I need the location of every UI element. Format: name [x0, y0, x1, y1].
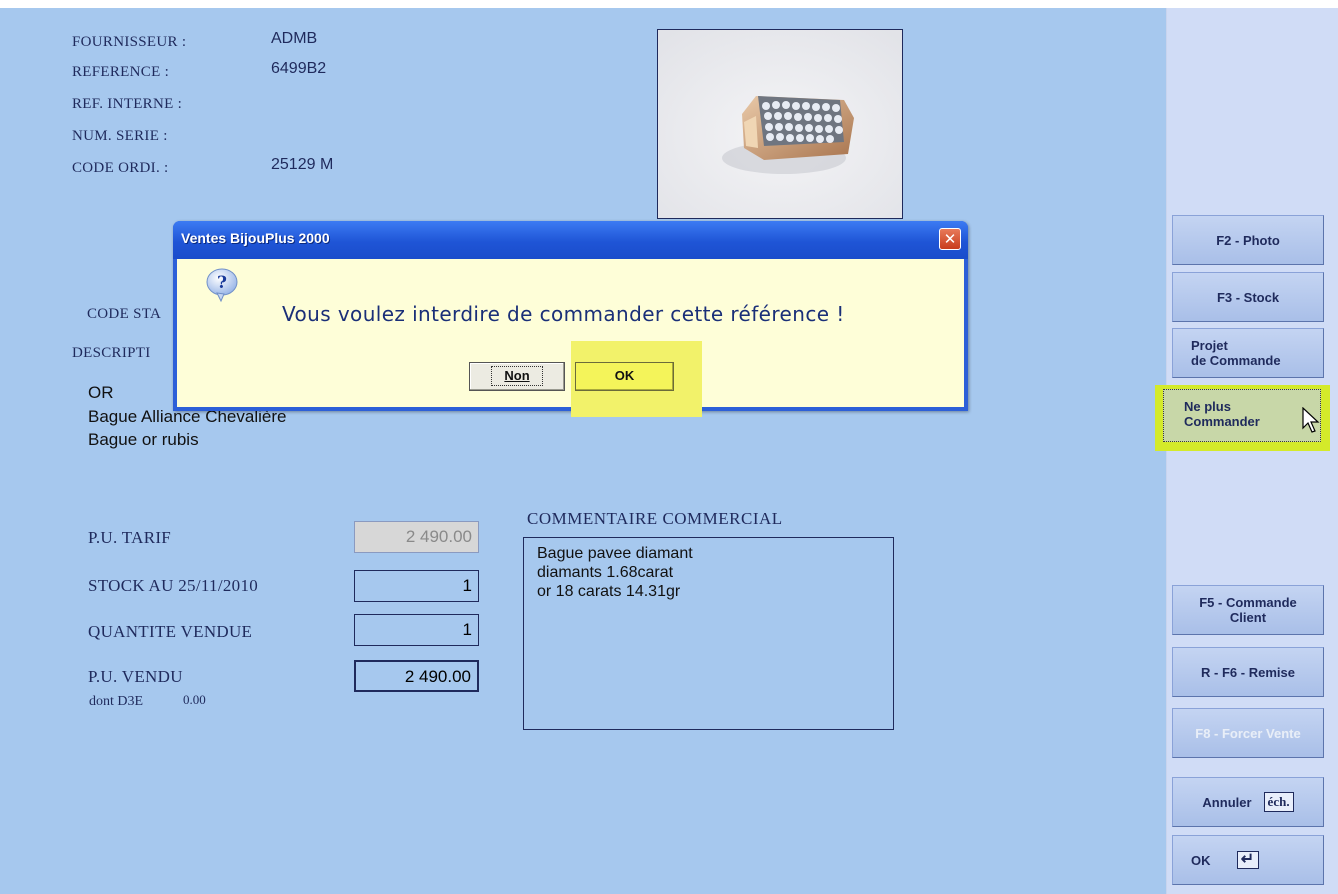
pu-tarif-label: P.U. TARIF	[88, 528, 172, 547]
comment-box[interactable]: Bague pavee diamant diamants 1.68carat o…	[523, 537, 894, 730]
projet-line-2: de Commande	[1191, 353, 1281, 368]
remise-button[interactable]: R - F6 - Remise	[1172, 647, 1324, 697]
non-button[interactable]: Non	[469, 362, 565, 391]
description-line-1: OR	[88, 383, 114, 402]
pu-tarif-field: 2 490.00	[354, 521, 479, 553]
dialog-titlebar[interactable]: Ventes BijouPlus 2000 ✕	[173, 221, 968, 259]
code-ordi-value: 25129 M	[271, 156, 334, 173]
commande-line-2: Client	[1229, 610, 1267, 625]
d3e-label: dont D3E	[89, 694, 144, 709]
photo-button[interactable]: F2 - Photo	[1172, 215, 1324, 265]
question-icon: ?	[206, 268, 238, 303]
close-icon[interactable]: ✕	[939, 228, 961, 250]
dialog-message: Vous voulez interdire de commander cette…	[282, 302, 845, 326]
ne-plus-line-2: Commander	[1184, 414, 1260, 429]
dialog-title: Ventes BijouPlus 2000	[181, 230, 330, 246]
sidebar	[1166, 8, 1338, 894]
remise-button-label: R - F6 - Remise	[1201, 664, 1295, 680]
comment-line-3: or 18 carats 14.31gr	[537, 583, 681, 600]
commande-client-button[interactable]: F5 - Commande Client	[1172, 585, 1324, 635]
comment-title: COMMENTAIRE COMMERCIAL	[527, 509, 783, 528]
quantite-label: QUANTITE VENDUE	[88, 622, 253, 641]
quantite-field[interactable]: 1	[354, 614, 479, 646]
pu-vendu-field[interactable]: 2 490.00	[354, 660, 479, 692]
projet-commande-button[interactable]: Projet de Commande	[1172, 328, 1324, 378]
annuler-button[interactable]: Annuler éch.	[1172, 777, 1324, 827]
reference-value: 6499B2	[271, 60, 327, 77]
ok-button[interactable]: OK	[575, 362, 674, 391]
mouse-cursor-icon	[1302, 407, 1320, 433]
escape-key-icon: éch.	[1263, 792, 1294, 812]
fournisseur-value: ADMB	[271, 30, 318, 47]
non-button-label: Non	[491, 366, 543, 386]
commande-line-1: F5 - Commande	[1199, 595, 1297, 610]
svg-text:?: ?	[217, 273, 227, 293]
ne-plus-line-1: Ne plus	[1184, 399, 1231, 414]
fournisseur-label: FOURNISSEUR :	[72, 34, 187, 50]
forcer-vente-button: F8 - Forcer Vente	[1172, 708, 1324, 758]
stock-button[interactable]: F3 - Stock	[1172, 272, 1324, 322]
ne-plus-commander-button[interactable]: Ne plus Commander	[1163, 389, 1321, 442]
reference-label: REFERENCE :	[72, 64, 170, 80]
ring-image	[658, 30, 902, 218]
main-panel	[0, 8, 1166, 894]
ok-button-label: OK	[614, 368, 635, 383]
comment-line-1: Bague pavee diamant	[537, 545, 693, 562]
comment-line-2: diamants 1.68carat	[537, 564, 674, 581]
ok-sidebar-button[interactable]: OK ↵	[1172, 835, 1324, 885]
num-serie-label: NUM. SERIE :	[72, 128, 168, 144]
annuler-label: Annuler	[1202, 794, 1252, 810]
description-line-3: Bague or rubis	[88, 430, 199, 449]
stock-label: STOCK AU 25/11/2010	[88, 576, 259, 595]
photo-button-label: F2 - Photo	[1216, 232, 1280, 248]
stock-field[interactable]: 1	[354, 570, 479, 602]
projet-line-1: Projet	[1191, 338, 1228, 353]
product-photo	[657, 29, 903, 219]
code-stat-label: CODE STA	[87, 306, 162, 322]
stock-button-label: F3 - Stock	[1216, 289, 1280, 305]
ok-sidebar-label: OK	[1191, 852, 1211, 868]
forcer-vente-label: F8 - Forcer Vente	[1195, 725, 1301, 741]
code-ordi-label: CODE ORDI. :	[72, 160, 169, 176]
enter-key-icon: ↵	[1236, 851, 1259, 869]
description-label: DESCRIPTI	[72, 345, 151, 361]
ref-interne-label: REF. INTERNE :	[72, 96, 183, 112]
pu-vendu-label: P.U. VENDU	[88, 667, 183, 686]
d3e-value: 0.00	[183, 692, 206, 707]
